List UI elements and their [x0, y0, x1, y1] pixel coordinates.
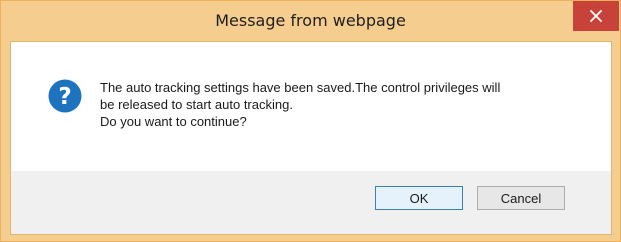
close-button[interactable] — [573, 1, 619, 31]
close-icon — [590, 10, 602, 22]
ok-button[interactable]: OK — [375, 186, 463, 210]
message-line: Do you want to continue? — [100, 114, 247, 129]
question-icon: ? — [48, 79, 82, 113]
message-area: ? The auto tracking settings have been s… — [11, 42, 611, 171]
title-bar[interactable]: Message from webpage — [1, 1, 620, 41]
message-text: The auto tracking settings have been sav… — [100, 79, 600, 130]
cancel-button[interactable]: Cancel — [477, 186, 565, 210]
dialog-title: Message from webpage — [215, 11, 406, 30]
message-line: be released to start auto tracking. — [100, 97, 293, 112]
dialog-window: Message from webpage ? The auto tracking… — [0, 0, 621, 242]
message-line: The auto tracking settings have been sav… — [100, 80, 501, 95]
svg-text:?: ? — [58, 84, 71, 110]
dialog-client: ? The auto tracking settings have been s… — [10, 41, 612, 235]
